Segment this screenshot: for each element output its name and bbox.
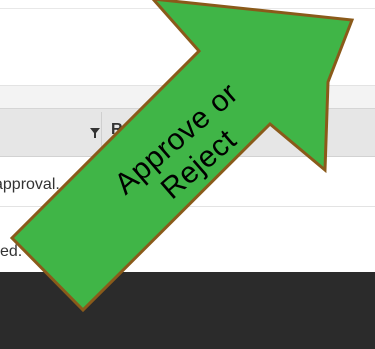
screen: Re approval. ved. Approve or Reject [0, 0, 375, 349]
